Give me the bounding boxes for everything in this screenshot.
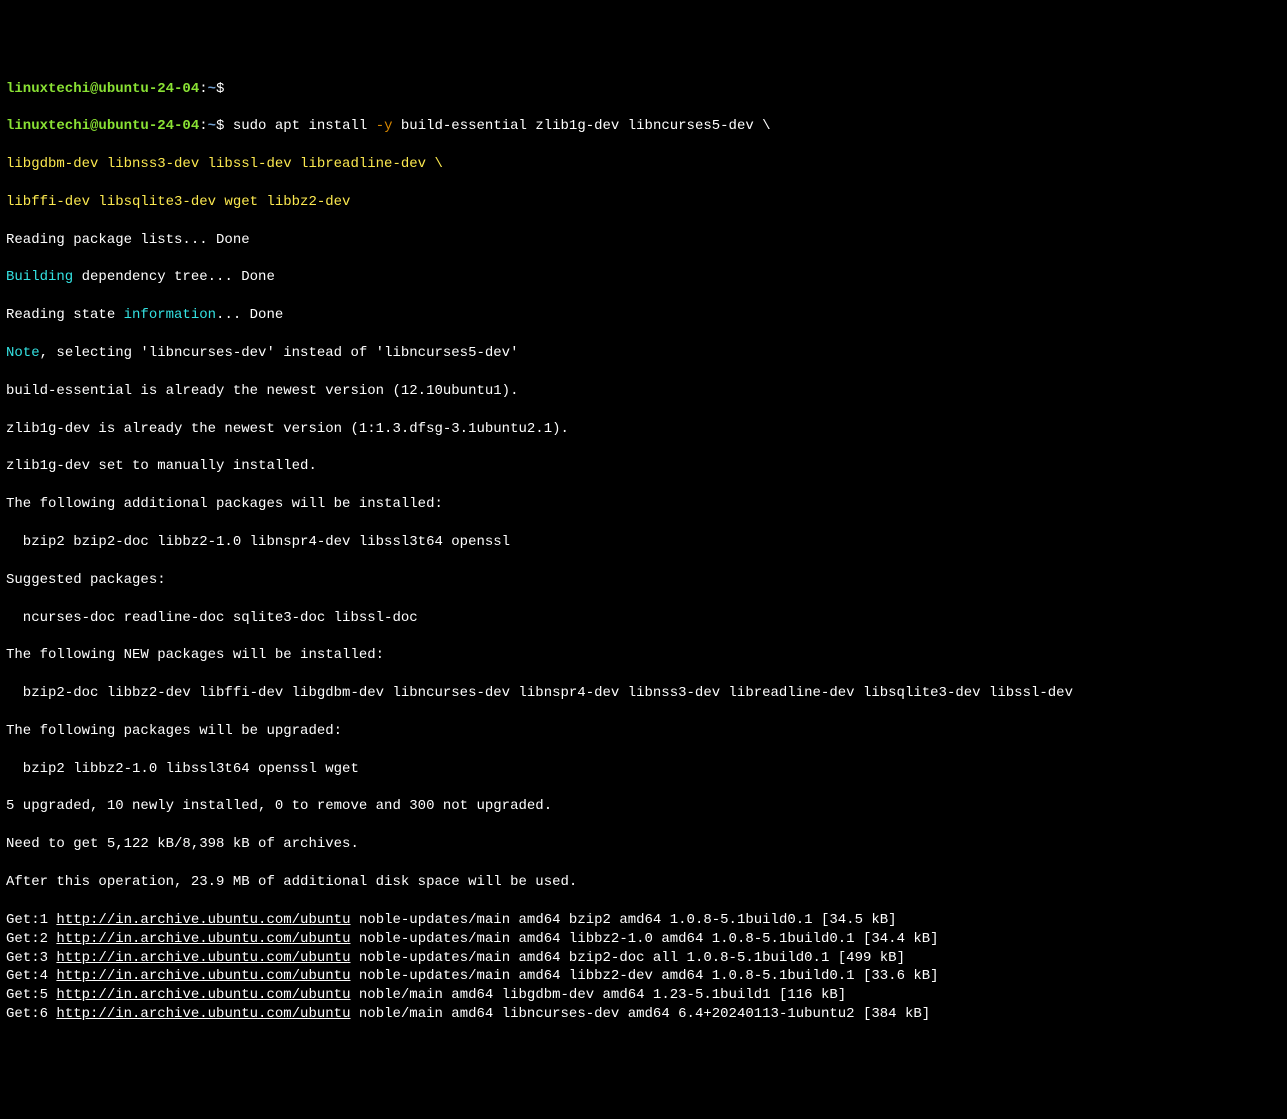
output-line: Reading package lists... Done — [6, 231, 1281, 250]
cmd-continuation: libffi-dev libsqlite3-dev wget libbz2-de… — [6, 193, 1281, 212]
cmd-continuation: libgdbm-dev libnss3-dev libssl-dev libre… — [6, 155, 1281, 174]
download-line: Get:1 http://in.archive.ubuntu.com/ubunt… — [6, 911, 1281, 930]
prompt-user: linuxtechi@ubuntu-24-04 — [6, 81, 199, 97]
output-line: bzip2 bzip2-doc libbz2-1.0 libnspr4-dev … — [6, 533, 1281, 552]
output-line: The following additional packages will b… — [6, 495, 1281, 514]
output-line: ncurses-doc readline-doc sqlite3-doc lib… — [6, 609, 1281, 628]
output-line: Note, selecting 'libncurses-dev' instead… — [6, 344, 1281, 363]
output-line: bzip2-doc libbz2-dev libffi-dev libgdbm-… — [6, 684, 1281, 703]
prompt-line-cmd[interactable]: linuxtechi@ubuntu-24-04:~$ sudo apt inst… — [6, 117, 1281, 136]
download-line: Get:6 http://in.archive.ubuntu.com/ubunt… — [6, 1005, 1281, 1024]
output-line: zlib1g-dev set to manually installed. — [6, 457, 1281, 476]
prompt-line-empty: linuxtechi@ubuntu-24-04:~$ — [6, 80, 1281, 99]
output-line: Building dependency tree... Done — [6, 268, 1281, 287]
download-line: Get:5 http://in.archive.ubuntu.com/ubunt… — [6, 986, 1281, 1005]
output-line: The following NEW packages will be insta… — [6, 646, 1281, 665]
download-url: http://in.archive.ubuntu.com/ubuntu — [56, 987, 350, 1003]
download-url: http://in.archive.ubuntu.com/ubuntu — [56, 912, 350, 928]
output-line: Reading state information... Done — [6, 306, 1281, 325]
cmd-flag: -y — [376, 118, 393, 134]
output-line: The following packages will be upgraded: — [6, 722, 1281, 741]
download-url: http://in.archive.ubuntu.com/ubuntu — [56, 1006, 350, 1022]
download-line: Get:4 http://in.archive.ubuntu.com/ubunt… — [6, 967, 1281, 986]
download-url: http://in.archive.ubuntu.com/ubuntu — [56, 950, 350, 966]
download-line: Get:3 http://in.archive.ubuntu.com/ubunt… — [6, 949, 1281, 968]
output-line: build-essential is already the newest ve… — [6, 382, 1281, 401]
output-line: Need to get 5,122 kB/8,398 kB of archive… — [6, 835, 1281, 854]
download-url: http://in.archive.ubuntu.com/ubuntu — [56, 968, 350, 984]
output-line: zlib1g-dev is already the newest version… — [6, 420, 1281, 439]
download-url: http://in.archive.ubuntu.com/ubuntu — [56, 931, 350, 947]
cmd-text: sudo apt install — [224, 118, 375, 134]
output-line: 5 upgraded, 10 newly installed, 0 to rem… — [6, 797, 1281, 816]
prompt-user: linuxtechi@ubuntu-24-04 — [6, 118, 199, 134]
download-line: Get:2 http://in.archive.ubuntu.com/ubunt… — [6, 930, 1281, 949]
output-line: After this operation, 23.9 MB of additio… — [6, 873, 1281, 892]
output-line: bzip2 libbz2-1.0 libssl3t64 openssl wget — [6, 760, 1281, 779]
